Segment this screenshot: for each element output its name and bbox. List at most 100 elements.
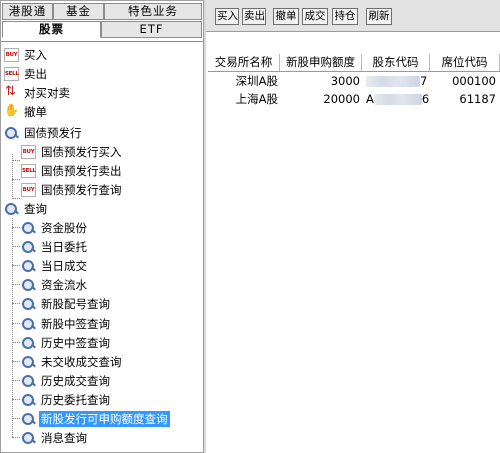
tree-item-label: 消息查询: [41, 430, 87, 445]
tree-connector: [12, 160, 20, 161]
holder-code-suffix: 6: [421, 92, 430, 106]
tree-item-bond-presale[interactable]: 国债预发行: [4, 123, 84, 142]
tree-item-today-orders[interactable]: 当日委托: [21, 237, 89, 256]
tree-connector: [12, 380, 20, 381]
magnifier-icon: [21, 240, 36, 254]
tree-item-label: 资金流水: [41, 277, 87, 292]
tree-connector: [12, 323, 20, 324]
tree-item-hist-orders[interactable]: 历史委托查询: [21, 390, 112, 409]
cell-seat-code: 000100: [452, 74, 496, 88]
tree-item-unsettled[interactable]: 未交收成交查询: [21, 352, 124, 371]
sell-badge-icon: SELL: [4, 66, 19, 81]
refresh-button[interactable]: 刷新: [366, 8, 392, 25]
tree-item-funds-shares[interactable]: 资金股份: [21, 218, 89, 237]
table-row[interactable]: 上海A股 20000 A6 61187: [208, 90, 500, 108]
tree-item-query[interactable]: 查询: [4, 199, 49, 218]
tab-special-business[interactable]: 特色业务: [104, 3, 202, 20]
cell-quota: 3000: [330, 74, 360, 88]
tree-item-label: 历史委托查询: [41, 392, 110, 407]
tree-item-label: 未交收成交查询: [41, 354, 122, 369]
tree-item-messages[interactable]: 消息查询: [21, 428, 89, 447]
column-header-quota[interactable]: 新股申购额度: [280, 54, 362, 71]
tree-connector: [12, 218, 13, 437]
column-header-holder-code[interactable]: 股东代码: [362, 54, 430, 71]
magnifier-icon: [21, 317, 36, 331]
tree-item-today-trades[interactable]: 当日成交: [21, 256, 89, 275]
tree-connector: [12, 303, 20, 304]
function-tree: BUY 买入 SELL 卖出 对买对卖 撤单 国债预发行 BUY 国债预发行买入…: [1, 41, 203, 453]
swap-arrows-icon: [4, 84, 19, 100]
tab-stocks[interactable]: 股票: [2, 21, 101, 38]
magnifier-icon: [21, 412, 36, 426]
magnifier-icon: [21, 374, 36, 388]
tree-item-ipo-allot[interactable]: 新股配号查询: [21, 294, 112, 313]
magnifier-icon: [21, 431, 36, 445]
navigation-panel: 港股通 基金 特色业务 股票 ETF BUY 买入 SELL 卖出 ⇅ 对买对卖…: [0, 0, 204, 453]
tab-row-1: 港股通 基金 特色业务: [2, 3, 202, 20]
magnifier-icon: [4, 126, 19, 140]
buy-badge-icon: BUY: [21, 144, 36, 159]
tree-item-label: 卖出: [24, 66, 47, 81]
tree-item-bond-presale-query[interactable]: BUY 国债预发行查询: [21, 180, 124, 199]
buy-button[interactable]: 买入: [215, 8, 239, 25]
cell-holder-code: A6: [362, 90, 430, 108]
tab-row-2: 股票 ETF: [2, 21, 202, 38]
tree-item-bond-presale-sell[interactable]: SELL 国债预发行卖出: [21, 161, 124, 180]
tree-item-cancel[interactable]: 撤单: [4, 102, 49, 121]
tree-connector: [12, 179, 20, 180]
tree-item-ipo-quota[interactable]: 新股发行可申购额度查询: [21, 409, 170, 428]
tree-item-label: 国债预发行: [24, 125, 82, 140]
table-row[interactable]: 深圳A股 3000 7 000100: [208, 72, 500, 90]
tree-connector: [12, 437, 20, 438]
tree-item-label: 撤单: [24, 104, 47, 119]
holder-code-prefix: A: [366, 92, 374, 106]
tree-connector: [12, 227, 20, 228]
tree-connector: [12, 284, 20, 285]
tree-item-label: 新股发行可申购额度查询: [39, 410, 170, 427]
trades-button[interactable]: 成交: [302, 8, 328, 25]
magnifier-icon: [21, 297, 36, 311]
magnifier-icon: [21, 278, 36, 292]
tree-item-label: 当日委托: [41, 239, 87, 254]
tree-item-label: 国债预发行查询: [41, 182, 122, 197]
tree-item-buy-sell[interactable]: 对买对卖: [4, 83, 72, 102]
tab-etf[interactable]: ETF: [101, 21, 202, 38]
tree-item-bond-presale-buy[interactable]: BUY 国债预发行买入: [21, 142, 124, 161]
tree-item-ipo-win[interactable]: 新股中签查询: [21, 314, 112, 333]
redacted-mask: [373, 94, 422, 105]
sell-button[interactable]: 卖出: [242, 8, 266, 25]
cell-exchange: 深圳A股: [235, 74, 278, 88]
tab-hk-connect[interactable]: 港股通: [2, 3, 53, 20]
tree-item-label: 买入: [24, 47, 47, 62]
tree-item-label: 资金股份: [41, 220, 87, 235]
cancel-order-button[interactable]: 撤单: [273, 8, 299, 25]
magnifier-icon: [4, 202, 19, 216]
tree-item-label: 对买对卖: [24, 85, 70, 100]
positions-button[interactable]: 持仓: [332, 8, 358, 25]
column-header-seat-code[interactable]: 席位代码: [430, 54, 500, 71]
tree-item-hist-trades[interactable]: 历史成交查询: [21, 371, 112, 390]
tree-item-label: 历史中签查询: [41, 335, 110, 350]
tree-connector: [12, 418, 20, 419]
toolbar: 买入 卖出 撤单 成交 持仓 刷新: [206, 0, 500, 32]
table-header: 交易所名称 新股申购额度 股东代码 席位代码: [208, 54, 500, 72]
buy-badge-icon: BUY: [21, 182, 36, 197]
cell-seat-code: 61187: [459, 92, 496, 106]
tree-item-hist-win[interactable]: 历史中签查询: [21, 333, 112, 352]
tree-connector: [12, 361, 20, 362]
tree-connector: [12, 246, 20, 247]
column-header-exchange[interactable]: 交易所名称: [208, 54, 280, 71]
magnifier-icon: [21, 259, 36, 273]
cell-exchange: 上海A股: [235, 92, 278, 106]
tree-connector: [12, 342, 20, 343]
tree-item-buy[interactable]: BUY 买入: [4, 45, 49, 64]
redacted-mask: [366, 76, 420, 87]
tree-item-label: 查询: [24, 201, 47, 216]
tree-item-label: 国债预发行卖出: [41, 163, 122, 178]
magnifier-icon: [21, 221, 36, 235]
tab-funds[interactable]: 基金: [53, 3, 104, 20]
tree-item-sell[interactable]: SELL 卖出: [4, 64, 49, 83]
tree-item-label: 历史成交查询: [41, 373, 110, 388]
tree-item-label: 当日成交: [41, 258, 87, 273]
tree-item-fund-flow[interactable]: 资金流水: [21, 275, 89, 294]
